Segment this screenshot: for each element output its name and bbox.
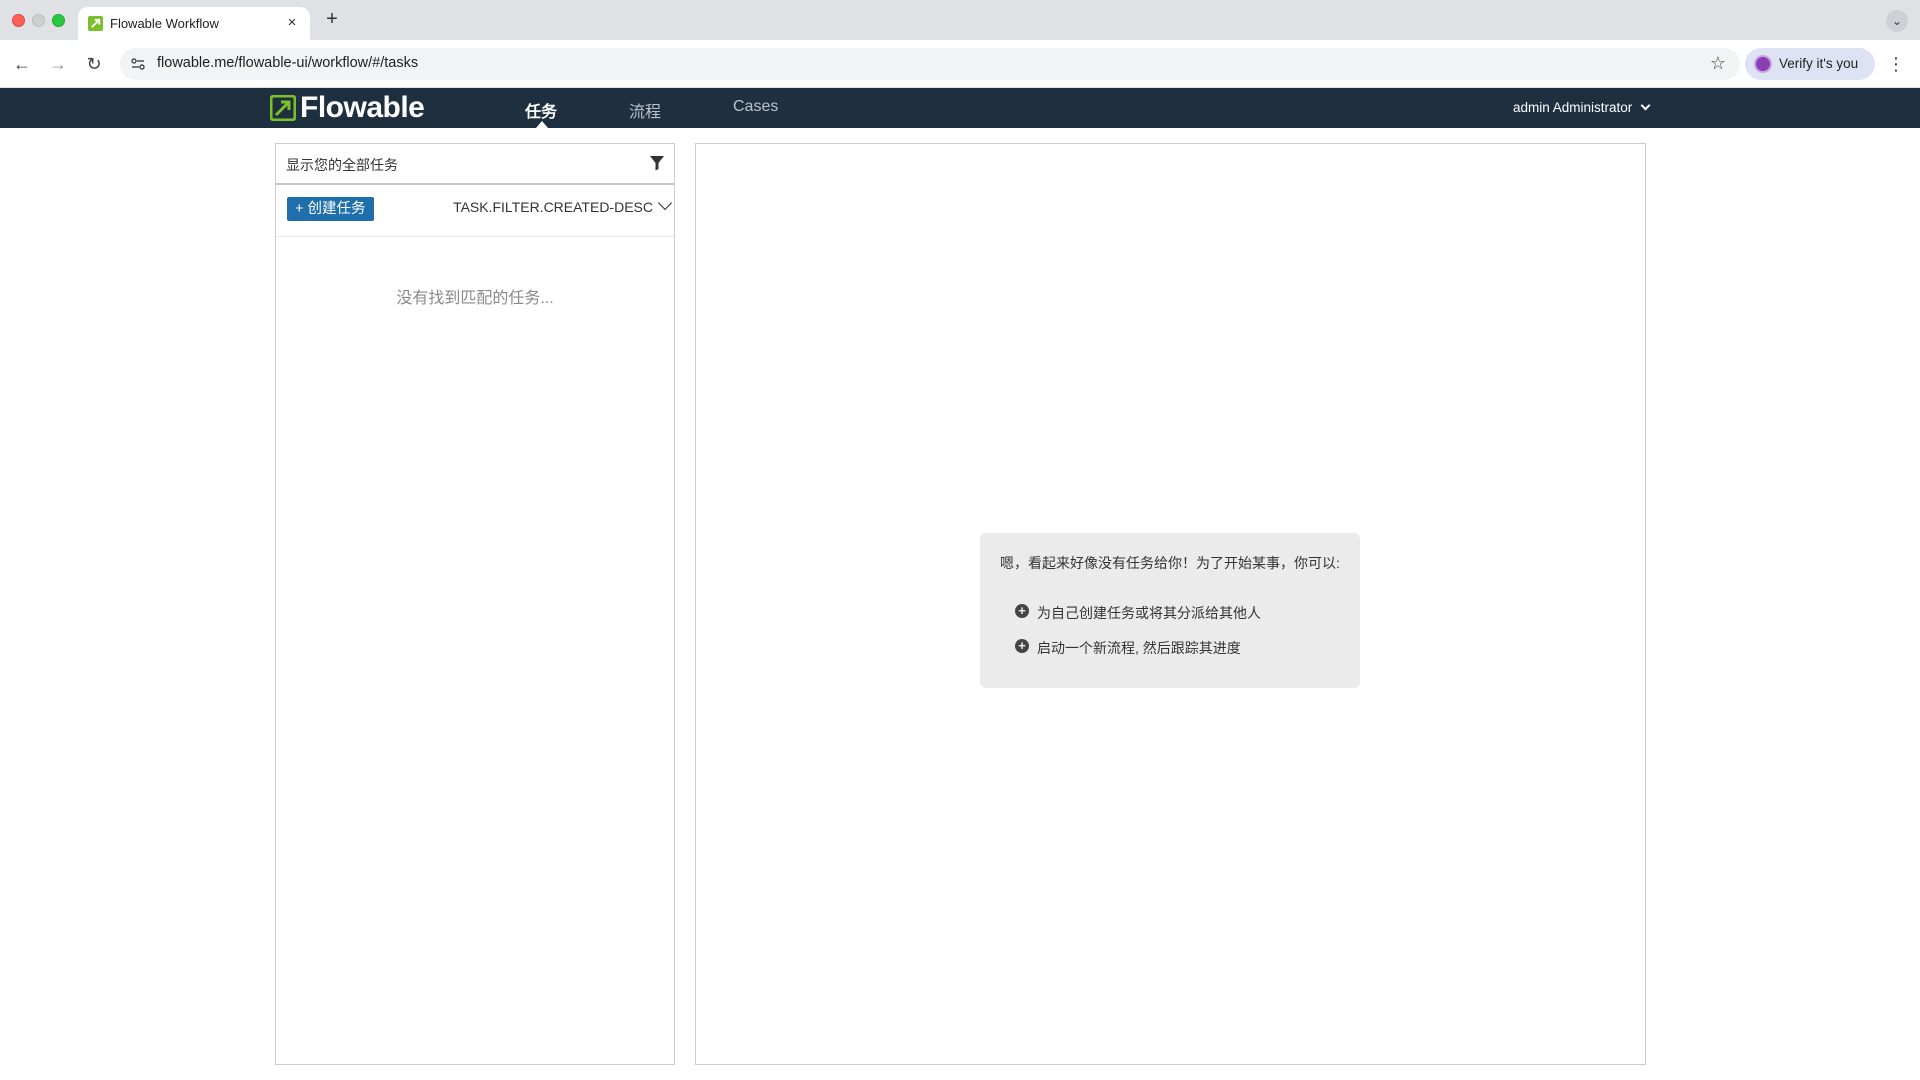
- back-arrow-icon[interactable]: ←: [10, 52, 34, 76]
- task-detail-panel: 嗯，看起来好像没有任务给你！为了开始某事，你可以: + 为自己创建任务或将其分派…: [695, 143, 1646, 1065]
- reload-icon[interactable]: ↻: [82, 52, 106, 76]
- help-item-label: 启动一个新流程, 然后跟踪其进度: [1037, 640, 1241, 656]
- active-tab-caret: [536, 121, 548, 128]
- empty-task-list-message: 没有找到匹配的任务...: [396, 290, 554, 307]
- filter-summary[interactable]: 显示您的全部任务: [286, 155, 398, 175]
- user-menu[interactable]: admin Administrator: [1513, 100, 1651, 115]
- bookmark-star-icon[interactable]: ☆: [1710, 53, 1726, 74]
- new-tab-button[interactable]: +: [320, 8, 344, 32]
- profile-avatar-icon: [1754, 55, 1772, 73]
- chevron-down-icon: [1640, 100, 1651, 111]
- filter-icon[interactable]: [650, 155, 664, 171]
- plus-circle-icon: +: [1015, 604, 1029, 618]
- chevron-down-icon: [657, 195, 673, 211]
- site-info-icon[interactable]: [130, 56, 146, 72]
- help-title: 嗯，看起来好像没有任务给你！为了开始某事，你可以:: [1000, 555, 1340, 571]
- create-task-button[interactable]: + 创建任务: [287, 197, 374, 221]
- flowable-favicon-icon: [88, 16, 103, 31]
- logo-text: Flowable: [300, 91, 425, 124]
- nav-tab-processes[interactable]: 流程: [629, 98, 661, 122]
- user-name: admin Administrator: [1513, 100, 1633, 115]
- sort-value: TASK.FILTER.CREATED-DESC: [453, 199, 653, 215]
- tab-close-icon[interactable]: ×: [282, 13, 302, 33]
- browser-toolbar: ← → ↻ flowable.me/flowable-ui/workflow/#…: [0, 40, 1920, 88]
- flowable-logo-icon: [270, 95, 296, 121]
- window-minimize-button[interactable]: [32, 14, 45, 27]
- nav-tab-cases[interactable]: Cases: [733, 98, 778, 116]
- task-filter-bar[interactable]: 显示您的全部任务: [276, 144, 674, 185]
- nav-tab-tasks[interactable]: 任务: [525, 98, 557, 122]
- app-navbar: Flowable 任务 流程 Cases admin Administrator: [0, 88, 1920, 128]
- no-tasks-help-box: 嗯，看起来好像没有任务给你！为了开始某事，你可以: + 为自己创建任务或将其分派…: [980, 533, 1360, 688]
- tab-title: Flowable Workflow: [110, 16, 219, 31]
- task-actions-bar: + 创建任务 TASK.FILTER.CREATED-DESC: [276, 185, 674, 237]
- address-bar[interactable]: flowable.me/flowable-ui/workflow/#/tasks…: [120, 48, 1740, 80]
- sort-select[interactable]: TASK.FILTER.CREATED-DESC: [453, 195, 673, 215]
- browser-tab[interactable]: Flowable Workflow ×: [78, 7, 310, 40]
- verify-label: Verify it's you: [1779, 56, 1859, 71]
- help-item-label: 为自己创建任务或将其分派给其他人: [1037, 605, 1261, 621]
- window-maximize-button[interactable]: [52, 14, 65, 27]
- url-text[interactable]: flowable.me/flowable-ui/workflow/#/tasks: [157, 55, 418, 71]
- window-close-button[interactable]: [12, 14, 25, 27]
- verify-identity-button[interactable]: Verify it's you: [1745, 48, 1875, 80]
- browser-tab-bar: Flowable Workflow × + ⌄: [0, 0, 1920, 40]
- forward-arrow-icon[interactable]: →: [46, 52, 70, 76]
- tab-search-icon[interactable]: ⌄: [1886, 10, 1908, 32]
- browser-menu-icon[interactable]: ⋮: [1886, 52, 1906, 76]
- task-list-panel: 显示您的全部任务 + 创建任务 TASK.FILTER.CREATED-DESC…: [275, 143, 675, 1065]
- plus-circle-icon: +: [1015, 639, 1029, 653]
